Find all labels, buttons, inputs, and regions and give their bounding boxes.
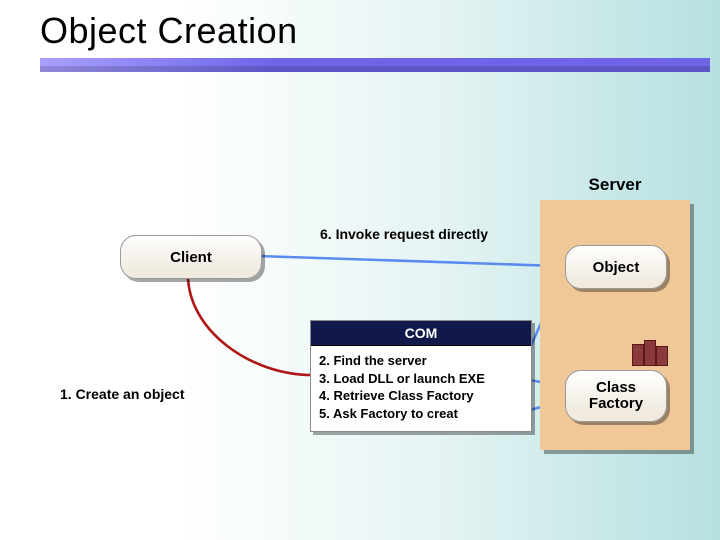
object-box: Object <box>565 245 667 289</box>
com-line-5: 5. Ask Factory to creat <box>319 405 523 423</box>
com-body: 2. Find the server 3. Load DLL or launch… <box>311 346 531 428</box>
title-underline <box>40 58 710 72</box>
server-label: Server <box>540 175 690 195</box>
diagram-stage: Server Client Object Class Factory COM 2… <box>0 180 720 480</box>
com-header: COM <box>311 321 531 346</box>
com-line-3: 3. Load DLL or launch EXE <box>319 370 523 388</box>
caption-create: 1. Create an object <box>60 386 185 402</box>
caption-invoke: 6. Invoke request directly <box>320 226 488 242</box>
object-text: Object <box>593 259 640 276</box>
com-line-2: 2. Find the server <box>319 352 523 370</box>
class-factory-box: Class Factory <box>565 370 667 422</box>
client-text: Client <box>170 249 212 266</box>
class-factory-text: Class Factory <box>589 380 643 413</box>
client-box: Client <box>120 235 262 279</box>
com-box: COM 2. Find the server 3. Load DLL or la… <box>310 320 532 432</box>
page-title: Object Creation <box>40 10 298 52</box>
factory-plug-icon <box>632 340 668 366</box>
com-line-4: 4. Retrieve Class Factory <box>319 387 523 405</box>
